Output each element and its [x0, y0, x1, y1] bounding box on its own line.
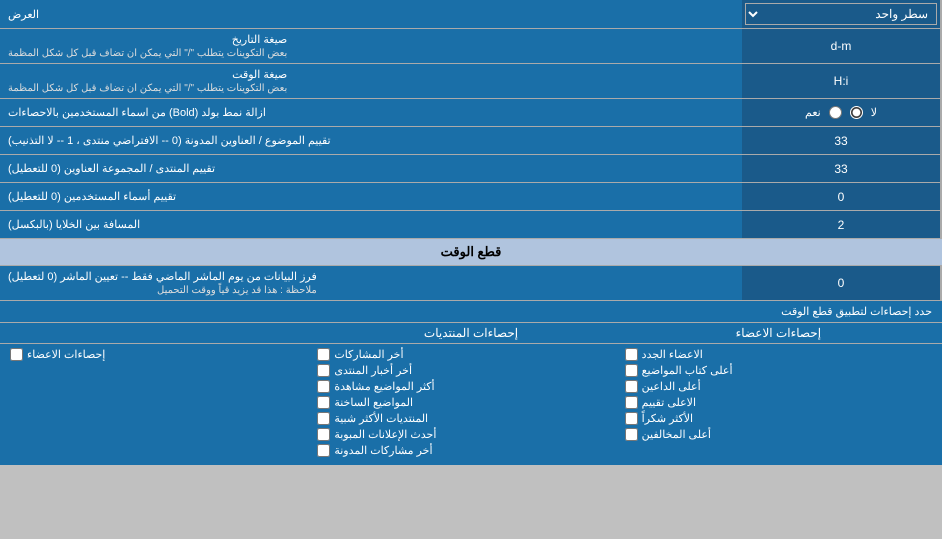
date-format-sublabel: بعض التكوينات يتطلب "/" التي يمكن ان تضا…	[8, 48, 287, 59]
time-format-label-text: صيغة الوقت	[232, 69, 287, 81]
cell-spacing-row: المسافة بين الخلايا (بالبكسل)	[0, 211, 942, 239]
cbx-last-forum-news[interactable]: أخر أخبار المنتدى	[317, 364, 624, 377]
cbx-last-blog-posts-check[interactable]	[317, 444, 330, 457]
bold-remove-label: ازالة نمط بولد (Bold) من اسماء المستخدمي…	[0, 99, 742, 126]
col2-items: أخر المشاركات أخر أخبار المنتدى أكثر الم…	[317, 348, 624, 457]
cbx-top-callers[interactable]: أعلى الداعين	[625, 380, 932, 393]
cbx-most-viewed-check[interactable]	[317, 380, 330, 393]
display-label: العرض	[0, 0, 742, 28]
cell-spacing-input[interactable]	[748, 218, 934, 232]
col2-header: إحصاءات المنتديات	[317, 326, 624, 340]
cut-label-text: فرز البيانات من يوم الماشر الماضي فقط --…	[8, 271, 317, 283]
cut-input-cell[interactable]	[742, 266, 942, 300]
bold-remove-row: لا نعم ازالة نمط بولد (Bold) من اسماء ال…	[0, 99, 942, 127]
cut-section-header-text: قطع الوقت	[441, 244, 502, 260]
limit-label-text: حدد إحصاءات لتطبيق قطع الوقت	[10, 305, 932, 318]
forum-order-input[interactable]	[748, 162, 934, 176]
bold-yes-radio[interactable]	[829, 106, 842, 119]
time-format-sublabel: بعض التكوينات يتطلب "/" التي يمكن ان تضا…	[8, 83, 287, 94]
topic-order-input[interactable]	[748, 134, 934, 148]
cbx-last-posts-check[interactable]	[317, 348, 330, 361]
date-format-input-cell[interactable]: d-m	[742, 29, 942, 63]
bold-no-label: لا	[871, 106, 877, 119]
forum-order-row: تقييم المنتدى / المجموعة العناوين (0 للت…	[0, 155, 942, 183]
cbx-most-similar-check[interactable]	[317, 412, 330, 425]
limit-label-row: حدد إحصاءات لتطبيق قطع الوقت	[0, 301, 942, 323]
cbx-top-topic-writers[interactable]: أعلى كتاب المواضيع	[625, 364, 932, 377]
topic-order-input-cell[interactable]	[742, 127, 942, 154]
col1-items: الاعضاء الجدد أعلى كتاب المواضيع أعلى ال…	[625, 348, 932, 457]
date-format-label-text: صيغة التاريخ	[232, 34, 287, 46]
user-order-label: تقييم أسماء المستخدمين (0 للتعطيل)	[0, 183, 742, 210]
cbx-last-forum-news-check[interactable]	[317, 364, 330, 377]
cbx-most-viewed[interactable]: أكثر المواضيع مشاهدة	[317, 380, 624, 393]
cbx-latest-classifieds[interactable]: أحدث الإعلانات المبوبة	[317, 428, 624, 441]
bold-remove-radio-group[interactable]: لا نعم	[797, 104, 885, 121]
cut-row: فرز البيانات من يوم الماشر الماضي فقط --…	[0, 266, 942, 301]
cut-section-header: قطع الوقت	[0, 239, 942, 266]
cut-label: فرز البيانات من يوم الماشر الماضي فقط --…	[0, 266, 742, 300]
cbx-most-thanked[interactable]: الأكثر شكراً	[625, 412, 932, 425]
cell-spacing-label-text: المسافة بين الخلايا (بالبكسل)	[8, 218, 140, 231]
cbx-top-rated[interactable]: الاعلى تقييم	[625, 396, 932, 409]
cbx-top-violators-check[interactable]	[625, 428, 638, 441]
col1-header: إحصاءات الاعضاء	[625, 326, 932, 340]
display-select[interactable]: سطر واحد سطرين ثلاثة أسطر	[745, 3, 937, 25]
cbx-top-callers-check[interactable]	[625, 380, 638, 393]
cbx-most-similar[interactable]: المنتديات الأكثر شبية	[317, 412, 624, 425]
cbx-top-topic-writers-check[interactable]	[625, 364, 638, 377]
cell-spacing-label: المسافة بين الخلايا (بالبكسل)	[0, 211, 742, 238]
display-label-text: العرض	[8, 8, 39, 21]
cbx-top-violators[interactable]: أعلى المخالفين	[625, 428, 932, 441]
cell-spacing-input-cell[interactable]	[742, 211, 942, 238]
cbx-member-stats-check[interactable]	[10, 348, 23, 361]
cbx-hot-topics-check[interactable]	[317, 396, 330, 409]
cbx-most-thanked-check[interactable]	[625, 412, 638, 425]
bold-no-radio[interactable]	[850, 106, 863, 119]
date-format-label: صيغة التاريخ بعض التكوينات يتطلب "/" الت…	[0, 29, 742, 63]
forum-order-input-cell[interactable]	[742, 155, 942, 182]
date-format-row: d-m صيغة التاريخ بعض التكوينات يتطلب "/"…	[0, 29, 942, 64]
cbx-last-posts[interactable]: أخر المشاركات	[317, 348, 624, 361]
time-format-input[interactable]: H:i	[748, 74, 934, 88]
time-format-input-cell[interactable]: H:i	[742, 64, 942, 98]
cbx-top-rated-check[interactable]	[625, 396, 638, 409]
cbx-member-stats[interactable]: إحصاءات الاعضاء	[10, 348, 317, 361]
cbx-last-blog-posts[interactable]: أخر مشاركات المدونة	[317, 444, 624, 457]
display-select-container[interactable]: سطر واحد سطرين ثلاثة أسطر	[742, 0, 942, 28]
time-format-row: H:i صيغة الوقت بعض التكوينات يتطلب "/" ا…	[0, 64, 942, 99]
user-order-label-text: تقييم أسماء المستخدمين (0 للتعطيل)	[8, 190, 176, 203]
cut-sublabel: ملاحظة : هذا قد يزيد قياً ووقت التحميل	[8, 285, 317, 296]
cbx-latest-classifieds-check[interactable]	[317, 428, 330, 441]
user-order-row: تقييم أسماء المستخدمين (0 للتعطيل)	[0, 183, 942, 211]
user-order-input-cell[interactable]	[742, 183, 942, 210]
bold-remove-label-text: ازالة نمط بولد (Bold) من اسماء المستخدمي…	[8, 106, 266, 119]
topic-order-label: تقييم الموضوع / العناوين المدونة (0 -- ا…	[0, 127, 742, 154]
checkboxes-section: إحصاءات الاعضاء إحصاءات المنتديات الاعضا…	[0, 323, 942, 465]
time-format-label: صيغة الوقت بعض التكوينات يتطلب "/" التي …	[0, 64, 742, 98]
col3-items: إحصاءات الاعضاء	[10, 348, 317, 457]
topic-order-label-text: تقييم الموضوع / العناوين المدونة (0 -- ا…	[8, 134, 331, 147]
forum-order-label-text: تقييم المنتدى / المجموعة العناوين (0 للت…	[8, 162, 215, 175]
forum-order-label: تقييم المنتدى / المجموعة العناوين (0 للت…	[0, 155, 742, 182]
col3-header	[10, 326, 317, 340]
cut-input[interactable]	[748, 276, 934, 290]
bold-yes-label: نعم	[805, 106, 821, 119]
cbx-new-members-check[interactable]	[625, 348, 638, 361]
topic-order-row: تقييم الموضوع / العناوين المدونة (0 -- ا…	[0, 127, 942, 155]
user-order-input[interactable]	[748, 190, 934, 204]
cbx-new-members[interactable]: الاعضاء الجدد	[625, 348, 932, 361]
bold-remove-radio-cell[interactable]: لا نعم	[742, 99, 942, 126]
date-format-input[interactable]: d-m	[748, 39, 934, 53]
cbx-hot-topics[interactable]: المواضيع الساخنة	[317, 396, 624, 409]
